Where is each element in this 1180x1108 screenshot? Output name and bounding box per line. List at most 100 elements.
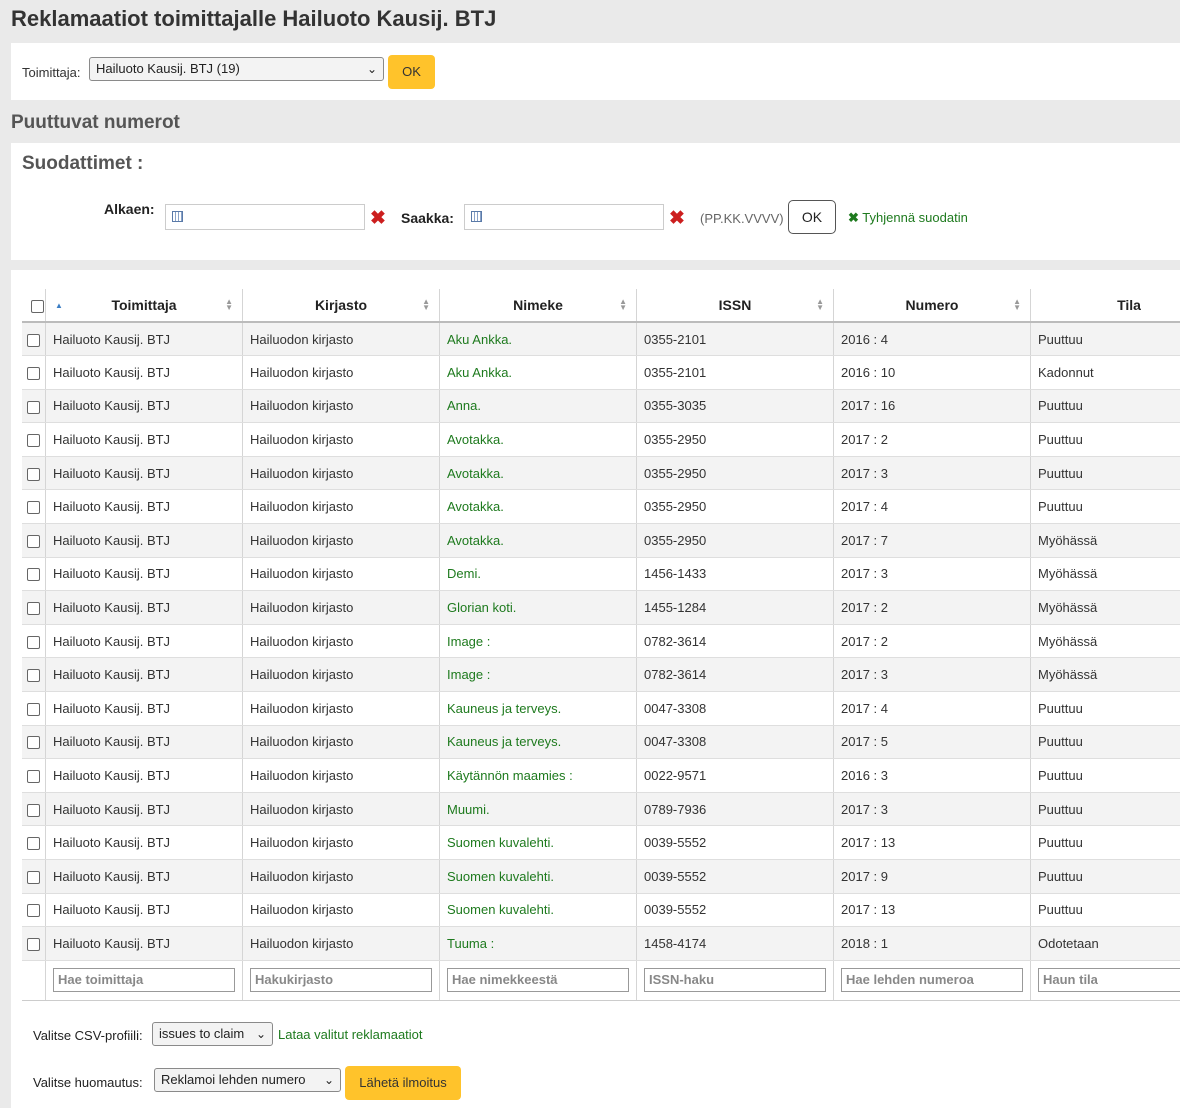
cell-status: Puuttuu [1030, 322, 1180, 357]
to-date-input[interactable] [464, 204, 664, 230]
cell-title-link[interactable]: Demi. [439, 557, 637, 592]
row-select-cell [22, 758, 46, 793]
row-checkbox[interactable] [27, 602, 40, 616]
search-title-input[interactable]: Hae nimekkeestä [447, 968, 629, 993]
select-all-checkbox[interactable] [31, 299, 44, 313]
search-vendor-input[interactable]: Hae toimittaja [53, 968, 235, 993]
vendor-ok-button[interactable]: OK [388, 55, 435, 89]
cell-title-link[interactable]: Avotakka. [439, 456, 637, 491]
row-checkbox[interactable] [27, 467, 40, 481]
table-row: Hailuoto Kausij. BTJ Hailuodon kirjasto Av… [22, 523, 1180, 558]
cell-title-link[interactable]: Suomen kuvalehti. [439, 825, 637, 860]
filter-cell: Hae nimekkeestä [439, 960, 637, 1001]
calendar-icon[interactable] [172, 211, 183, 222]
row-checkbox[interactable] [27, 333, 40, 347]
table-row: Hailuoto Kausij. BTJ Hailuodon kirjasto Ak… [22, 355, 1180, 390]
notice-select[interactable]: Reklamoi lehden numero ⌄ [154, 1068, 341, 1092]
row-select-cell [22, 825, 46, 860]
row-checkbox[interactable] [27, 904, 40, 918]
col-header-status[interactable]: Tila [1030, 289, 1180, 323]
col-header-library[interactable]: Kirjasto ▲ ▼ [242, 289, 440, 323]
cell-status: Myöhässä [1030, 657, 1180, 693]
row-checkbox[interactable] [27, 870, 40, 884]
cell-title-link[interactable]: Anna. [439, 389, 637, 424]
cell-title-link[interactable]: Aku Ankka. [439, 322, 637, 357]
cell-library: Hailuodon kirjasto [242, 590, 440, 625]
row-checkbox[interactable] [27, 938, 40, 952]
cell-title-link[interactable]: Kauneus ja terveys. [439, 691, 637, 726]
cell-issue: 2017 : 3 [833, 792, 1031, 827]
send-notice-button[interactable]: Lähetä ilmoitus [345, 1066, 461, 1100]
row-checkbox[interactable] [27, 635, 40, 649]
cell-vendor: Hailuoto Kausij. BTJ [45, 691, 243, 726]
table-row: Hailuoto Kausij. BTJ Hailuodon kirjasto Mu… [22, 792, 1180, 827]
cell-vendor: Hailuoto Kausij. BTJ [45, 456, 243, 491]
cell-status: Odotetaan [1030, 926, 1180, 961]
cell-title-link[interactable]: Suomen kuvalehti. [439, 859, 637, 894]
cell-title-link[interactable]: Muumi. [439, 792, 637, 827]
row-checkbox[interactable] [27, 366, 40, 380]
cell-title-link[interactable]: Tuuma : [439, 926, 637, 961]
notice-value: Reklamoi lehden numero [161, 1072, 306, 1087]
cell-status: Myöhässä [1030, 523, 1180, 558]
cell-title-link[interactable]: Aku Ankka. [439, 355, 637, 390]
row-checkbox[interactable] [27, 837, 40, 851]
cell-title-link[interactable]: Avotakka. [439, 489, 637, 525]
row-select-cell [22, 859, 46, 894]
cell-issue: 2017 : 3 [833, 456, 1031, 491]
row-checkbox[interactable] [27, 736, 40, 750]
row-checkbox[interactable] [27, 400, 40, 414]
col-header-issue[interactable]: Numero ▲ ▼ [833, 289, 1031, 323]
cell-title-link[interactable]: Suomen kuvalehti. [439, 893, 637, 928]
chevron-down-icon: ⌄ [366, 62, 377, 76]
search-issue-input[interactable]: Hae lehden numeroa [841, 968, 1023, 993]
csv-profile-select[interactable]: issues to claim ⌄ [152, 1022, 273, 1046]
filter-cell: Haun tila [1030, 960, 1180, 1001]
row-checkbox[interactable] [27, 534, 40, 548]
cell-title-link[interactable]: Image : [439, 624, 637, 659]
cell-title-link[interactable]: Image : [439, 657, 637, 693]
sort-icon: ▲ ▼ [816, 297, 824, 312]
cell-title-link[interactable]: Käytännön maamies : [439, 758, 637, 793]
cell-title-link[interactable]: Avotakka. [439, 523, 637, 558]
cell-title-link[interactable]: Avotakka. [439, 422, 637, 457]
page-title: Reklamaatiot toimittajalle Hailuoto Kaus… [11, 6, 497, 31]
row-checkbox[interactable] [27, 770, 40, 784]
clear-to-icon[interactable]: ✖ [669, 207, 685, 230]
cell-status: Puuttuu [1030, 389, 1180, 424]
filter-ok-button[interactable]: OK [788, 200, 836, 234]
search-library-input[interactable]: Hakukirjasto [250, 968, 432, 993]
cell-issn: 0039-5552 [636, 859, 834, 894]
col-header-issn[interactable]: ISSN ▲ ▼ [636, 289, 834, 323]
row-checkbox[interactable] [27, 434, 40, 448]
cell-issue: 2017 : 9 [833, 859, 1031, 894]
col-header-title[interactable]: Nimeke ▲ ▼ [439, 289, 637, 323]
filter-cell-empty [22, 960, 46, 1001]
cell-issue: 2016 : 10 [833, 355, 1031, 390]
cell-issn: 0039-5552 [636, 825, 834, 860]
col-header-vendor[interactable]: Toimittaja ▲ ▼ [45, 289, 243, 323]
cell-library: Hailuodon kirjasto [242, 657, 440, 693]
row-checkbox[interactable] [27, 702, 40, 716]
download-claims-link[interactable]: Lataa valitut reklamaatiot [278, 1027, 423, 1042]
select-all-header[interactable]: ▲ [22, 289, 63, 323]
row-checkbox[interactable] [27, 803, 40, 817]
search-status-input[interactable]: Haun tila [1038, 968, 1180, 993]
clear-filter-link[interactable]: ✖ Tyhjennä suodatin [848, 210, 968, 226]
vendor-select[interactable]: Hailuoto Kausij. BTJ (19) ⌄ [89, 57, 384, 81]
cell-status: Puuttuu [1030, 859, 1180, 894]
from-date-input[interactable] [165, 204, 365, 230]
search-issn-input[interactable]: ISSN-haku [644, 968, 826, 993]
row-checkbox[interactable] [27, 568, 40, 582]
cell-title-link[interactable]: Kauneus ja terveys. [439, 725, 637, 760]
to-label: Saakka: [401, 210, 454, 226]
row-checkbox[interactable] [27, 501, 40, 515]
cell-title-link[interactable]: Glorian koti. [439, 590, 637, 625]
section-title: Puuttuvat numerot [11, 112, 180, 133]
cell-vendor: Hailuoto Kausij. BTJ [45, 389, 243, 424]
clear-from-icon[interactable]: ✖ [370, 207, 386, 230]
col-header-label: ISSN [718, 297, 752, 313]
calendar-icon[interactable] [471, 211, 482, 222]
row-checkbox[interactable] [27, 669, 40, 683]
cell-library: Hailuodon kirjasto [242, 859, 440, 894]
